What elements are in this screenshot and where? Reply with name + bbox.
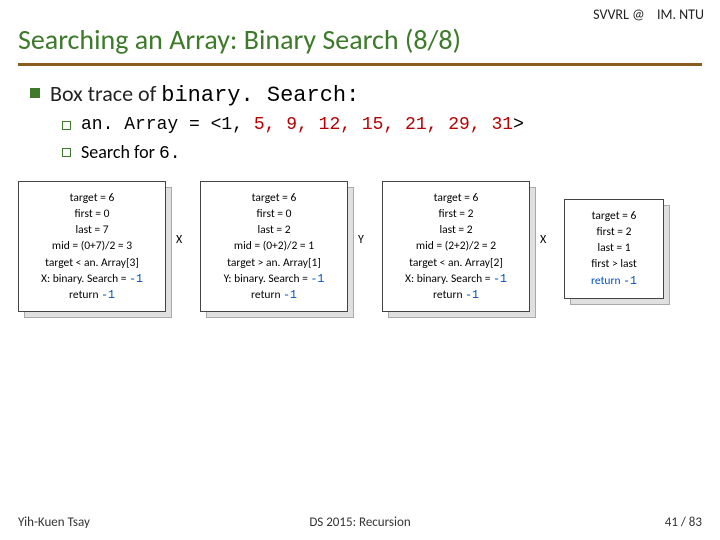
connector-1: X — [176, 233, 182, 247]
footer-page: 41 / 83 — [665, 515, 702, 530]
slide: SVVRL @ IM. NTU Searching an Array: Bina… — [0, 0, 720, 540]
bullet2b-text: Search for 6. — [81, 141, 181, 166]
bullet1-text: Box trace of binary. Search: — [50, 80, 359, 108]
box2-return: return -1 — [207, 289, 341, 302]
box3-mid: mid = (2+2)/2 = 2 — [389, 240, 523, 253]
box1-call: X: binary. Search = -1 — [25, 273, 159, 286]
bullet-hollow-square-icon — [62, 148, 71, 157]
connector-2: Y — [358, 233, 364, 247]
box2-call: Y: binary. Search = -1 — [207, 273, 341, 286]
trace-box-2: target = 6 first = 0 last = 2 mid = (0+2… — [200, 181, 348, 313]
header-right: SVVRL @ IM. NTU — [593, 6, 704, 23]
box1-mid: mid = (0+7)/2 = 3 — [25, 240, 159, 253]
footer-course: DS 2015: Recursion — [0, 515, 720, 530]
bullet1-pre: Box trace of — [50, 80, 161, 107]
box3-last: last = 2 — [389, 224, 523, 237]
box4-target: target = 6 — [569, 210, 659, 223]
box3-return: return -1 — [389, 289, 523, 302]
box2-cmp: target > an. Array[1] — [207, 257, 341, 270]
box1-return: return -1 — [25, 289, 159, 302]
box4-cmp: first > last — [569, 258, 659, 271]
box4-last: last = 1 — [569, 242, 659, 255]
box4-first: first = 2 — [569, 226, 659, 239]
box3-call: X: binary. Search = -1 — [389, 273, 523, 286]
bullet-level1: Box trace of binary. Search: — [30, 80, 702, 108]
box1-last: last = 7 — [25, 224, 159, 237]
box3-cmp: target < an. Array[2] — [389, 257, 523, 270]
box1-first: first = 0 — [25, 208, 159, 221]
box2-mid: mid = (0+2)/2 = 1 — [207, 240, 341, 253]
box2-last: last = 2 — [207, 224, 341, 237]
b2a-pre: an. Array = <1, — [81, 115, 254, 135]
connector-3: X — [540, 233, 546, 247]
header-left-text: SVVRL @ — [593, 6, 644, 23]
box3-target: target = 6 — [389, 192, 523, 205]
header-right-text: IM. NTU — [657, 6, 704, 23]
trace-box-3: target = 6 first = 2 last = 2 mid = (2+2… — [382, 181, 530, 313]
box3-first: first = 2 — [389, 208, 523, 221]
trace-box-1: target = 6 first = 0 last = 7 mid = (0+7… — [18, 181, 166, 313]
slide-title: Searching an Array: Binary Search (8/8) — [18, 22, 702, 66]
b2b-code: 6. — [159, 144, 181, 164]
box1-cmp: target < an. Array[3] — [25, 257, 159, 270]
trace-box-4: target = 6 first = 2 last = 1 first > la… — [564, 199, 664, 299]
box1-target: target = 6 — [25, 192, 159, 205]
box2-target: target = 6 — [207, 192, 341, 205]
bullet1-code: binary. Search: — [161, 83, 359, 108]
box2-first: first = 0 — [207, 208, 341, 221]
b2a-red: 5, 9, 12, 15, 21, 29, 31 — [254, 115, 513, 135]
bullet-hollow-square-icon — [62, 121, 71, 130]
trace-area: target = 6 first = 0 last = 7 mid = (0+7… — [18, 181, 702, 441]
bullet-square-icon — [30, 88, 40, 98]
bullet-level2-b: Search for 6. — [62, 141, 702, 166]
bullet-level2-a: an. Array = <1, 5, 9, 12, 15, 21, 29, 31… — [62, 114, 702, 137]
box4-return: return -1 — [569, 275, 659, 288]
bullet2a-text: an. Array = <1, 5, 9, 12, 15, 21, 29, 31… — [81, 114, 524, 137]
b2a-post: > — [513, 115, 524, 135]
b2b-pre: Search for — [81, 141, 159, 163]
